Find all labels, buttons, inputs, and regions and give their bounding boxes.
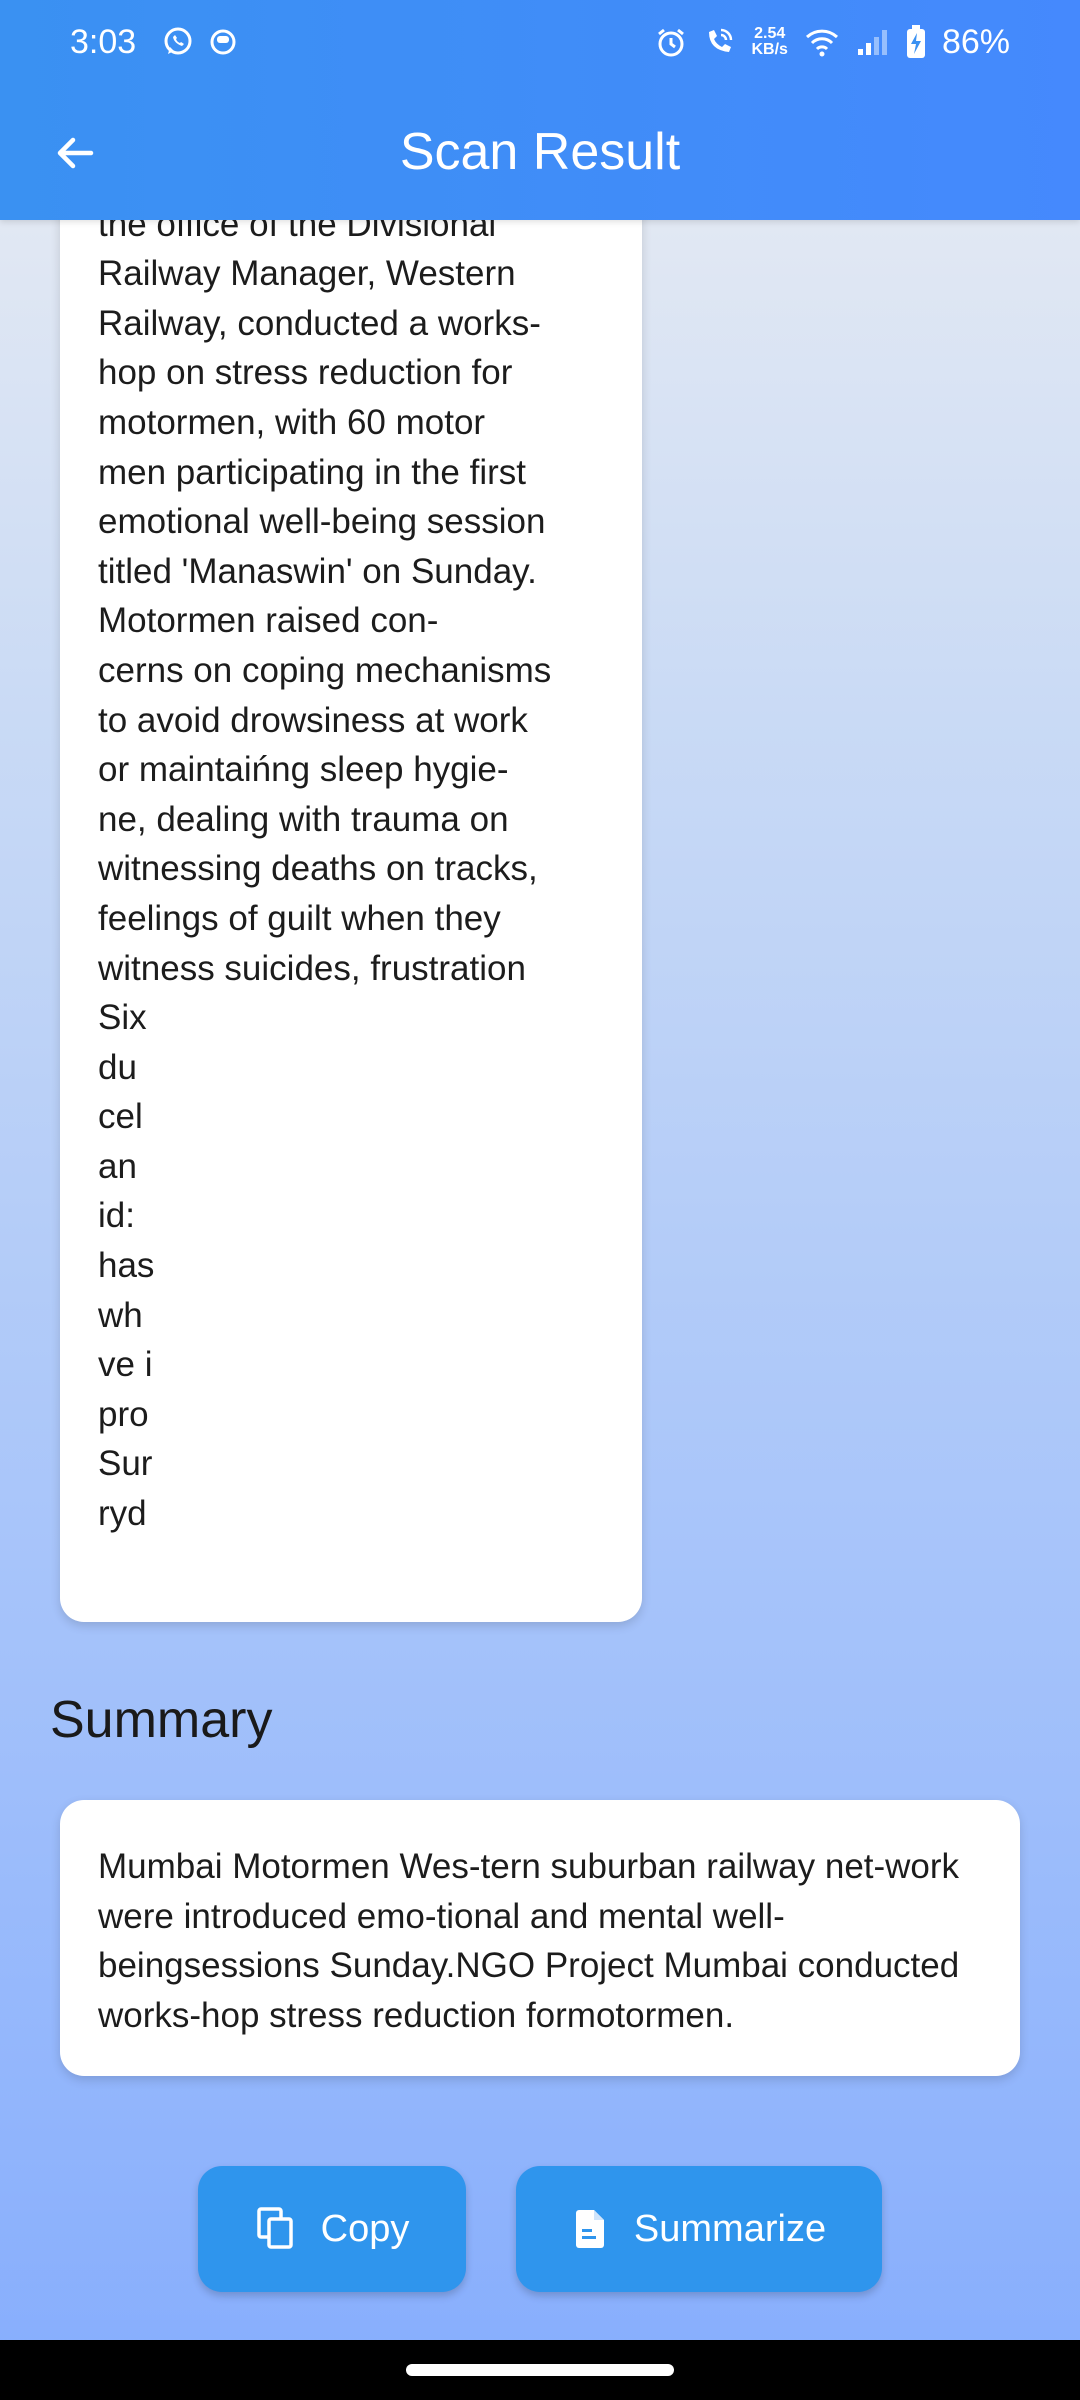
copy-button[interactable]: Copy (198, 2166, 466, 2292)
net-speed-unit: KB/s (751, 41, 788, 58)
top-bar: 3:03 2.54 KB/s 86% Scan Result (0, 0, 1080, 220)
network-speed: 2.54 KB/s (751, 26, 787, 58)
summary-card: Mumbai Motormen Wes-tern suburban railwa… (60, 1800, 1020, 2076)
summary-heading: Summary (50, 1691, 273, 1749)
battery-percentage: 86% (941, 22, 1010, 61)
arrow-left-icon (57, 137, 94, 169)
whatsapp-icon (164, 27, 192, 55)
summarize-button-label: Summarize (633, 2207, 827, 2250)
battery-charging-icon (906, 25, 925, 58)
alarm-icon (658, 28, 685, 57)
summary-text: Mumbai Motormen Wes-tern suburban railwa… (98, 1847, 960, 2035)
copy-icon (256, 2207, 293, 2249)
home-gesture-handle[interactable] (406, 2364, 674, 2376)
page-title: Scan Result (399, 123, 681, 181)
back-button[interactable] (40, 118, 110, 188)
status-time: 3:03 (70, 22, 137, 61)
app-bar: Scan Result (0, 84, 1080, 220)
ocr-text: NGO Project Mumbai, in the office of the… (98, 155, 552, 1534)
system-icons: 2.54 KB/s 86% (655, 23, 1010, 62)
summarize-button[interactable]: Summarize (516, 2166, 882, 2292)
document-icon (575, 2210, 604, 2248)
ocr-result-card[interactable]: NGO Project Mumbai, in the office of the… (60, 150, 642, 1622)
status-bar: 3:03 2.54 KB/s 86% (0, 0, 1080, 84)
wifi-calling-icon (709, 28, 733, 52)
wifi-icon (805, 29, 838, 57)
app-notification-icon (210, 29, 236, 55)
notification-icons (162, 26, 238, 58)
signal-icon (857, 30, 887, 55)
navigation-bar (0, 2340, 1080, 2400)
net-speed-value: 2.54 (754, 25, 786, 42)
copy-button-label: Copy (320, 2207, 410, 2250)
